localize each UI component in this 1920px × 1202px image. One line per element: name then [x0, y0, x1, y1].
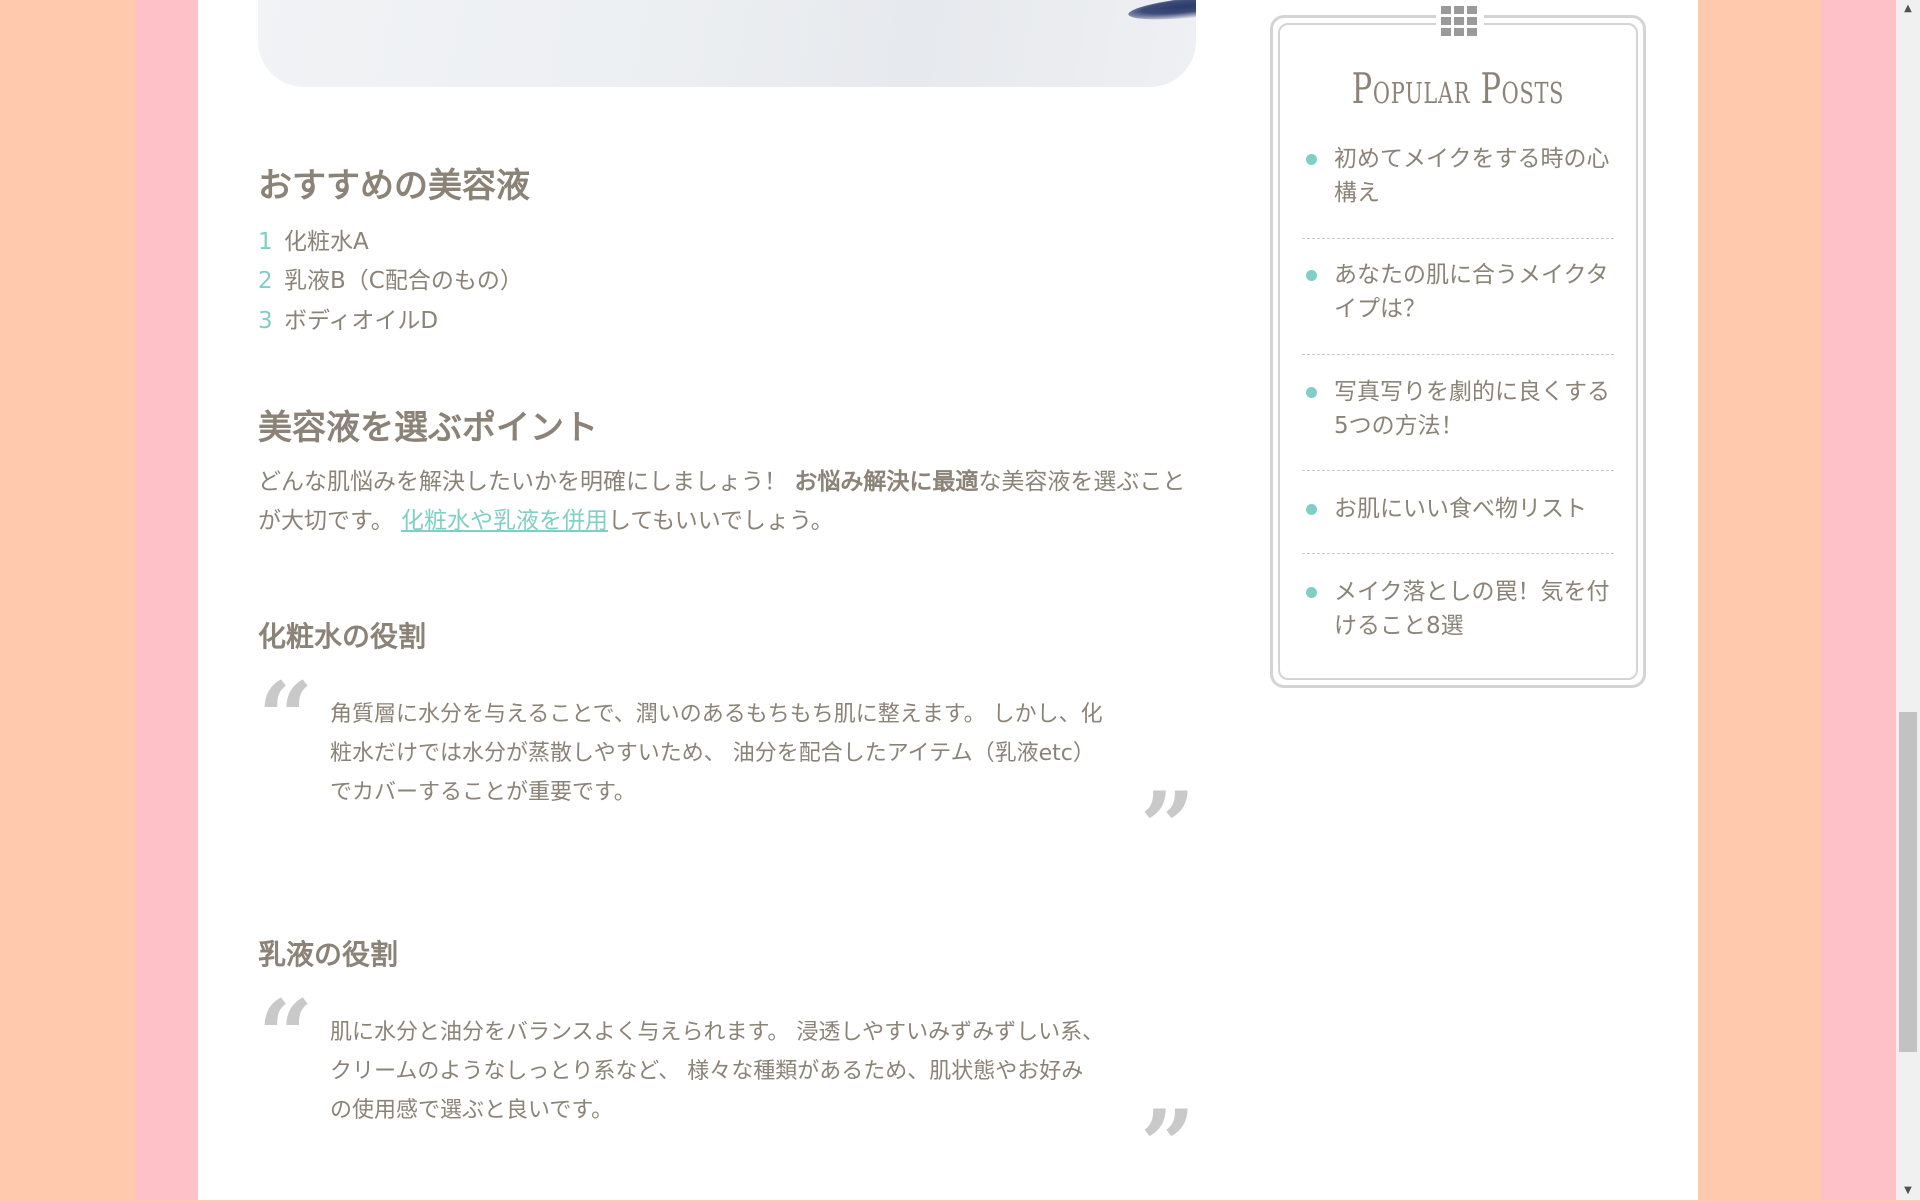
- divider: [1302, 238, 1614, 239]
- list-number: 1: [258, 229, 273, 255]
- paragraph-text: どんな肌悩みを解決したいかを明確にしましょう！: [258, 469, 795, 495]
- list-item-text: 化粧水A: [284, 229, 369, 255]
- bullet-icon: [1306, 154, 1317, 165]
- bullet-icon: [1306, 387, 1317, 398]
- article-hero-image: [258, 0, 1196, 87]
- heading-selection-points: 美容液を選ぶポイント: [258, 408, 598, 448]
- list-item: 2 乳液B（C配合のもの）: [258, 261, 523, 295]
- list-item-text: 乳液B（C配合のもの）: [284, 268, 523, 294]
- bullet-icon: [1306, 504, 1317, 515]
- quote-close-icon: ”: [1140, 771, 1196, 884]
- popular-post-link[interactable]: 写真写りを劇的に良くする5つの方法！: [1334, 375, 1624, 443]
- divider: [1302, 470, 1614, 471]
- list-item: 3 ボディオイルD: [258, 301, 438, 335]
- popular-post-link[interactable]: お肌にいい食べ物リスト: [1334, 492, 1624, 526]
- bullet-icon: [1306, 270, 1317, 281]
- background-stripe-left: [135, 0, 198, 1200]
- blockquote-emulsion: 肌に水分と油分をバランスよく与えられます。 浸透しやすいみずみずしい系、クリーム…: [330, 1020, 1105, 1123]
- list-item-text: ボディオイルD: [284, 308, 439, 334]
- background-stripe-right-peach: [1698, 0, 1821, 1200]
- list-item: 1 化粧水A: [258, 222, 369, 256]
- heading-recommended-serums: おすすめの美容液: [258, 166, 530, 206]
- popular-post-link[interactable]: メイク落としの罠！気を付けること8選: [1334, 575, 1624, 643]
- divider: [1302, 553, 1614, 554]
- popular-post-link[interactable]: 初めてメイクをする時の心構え: [1334, 142, 1624, 210]
- quote-open-icon: “: [258, 661, 314, 774]
- hero-image-object: [1127, 0, 1196, 25]
- divider: [1302, 354, 1614, 355]
- scroll-up-icon[interactable]: ▲: [1896, 0, 1920, 18]
- scrollbar-thumb[interactable]: [1899, 712, 1917, 1052]
- bullet-icon: [1306, 587, 1317, 598]
- list-number: 3: [258, 308, 273, 334]
- blockquote-toner: 角質層に水分を与えることで、潤いのあるもちもち肌に整えます。 しかし、化粧水だけ…: [330, 702, 1103, 805]
- page-scrollbar[interactable]: ▲ ▼: [1896, 0, 1920, 1200]
- popular-post-link[interactable]: あなたの肌に合うメイクタイプは？: [1334, 258, 1624, 326]
- emphasis-text: お悩み解決に最適: [794, 469, 979, 495]
- quote-close-icon: ”: [1140, 1089, 1196, 1202]
- heading-toner-role: 化粧水の役割: [258, 620, 427, 653]
- points-paragraph: どんな肌悩みを解決したいかを明確にしましょう！ お悩み解決に最適な美容液を選ぶこ…: [258, 463, 1188, 541]
- background-stripe-right-pink: [1821, 0, 1896, 1200]
- popular-posts-title: Popular Posts: [1351, 64, 1565, 113]
- combined-use-link[interactable]: 化粧水や乳液を併用: [401, 508, 608, 534]
- grid-icon: [1439, 3, 1479, 39]
- heading-emulsion-role: 乳液の役割: [258, 938, 399, 971]
- paragraph-text: してもいいでしょう。: [608, 508, 834, 534]
- quote-open-icon: “: [258, 979, 314, 1092]
- list-number: 2: [258, 268, 273, 294]
- scroll-down-icon[interactable]: ▼: [1896, 1182, 1920, 1200]
